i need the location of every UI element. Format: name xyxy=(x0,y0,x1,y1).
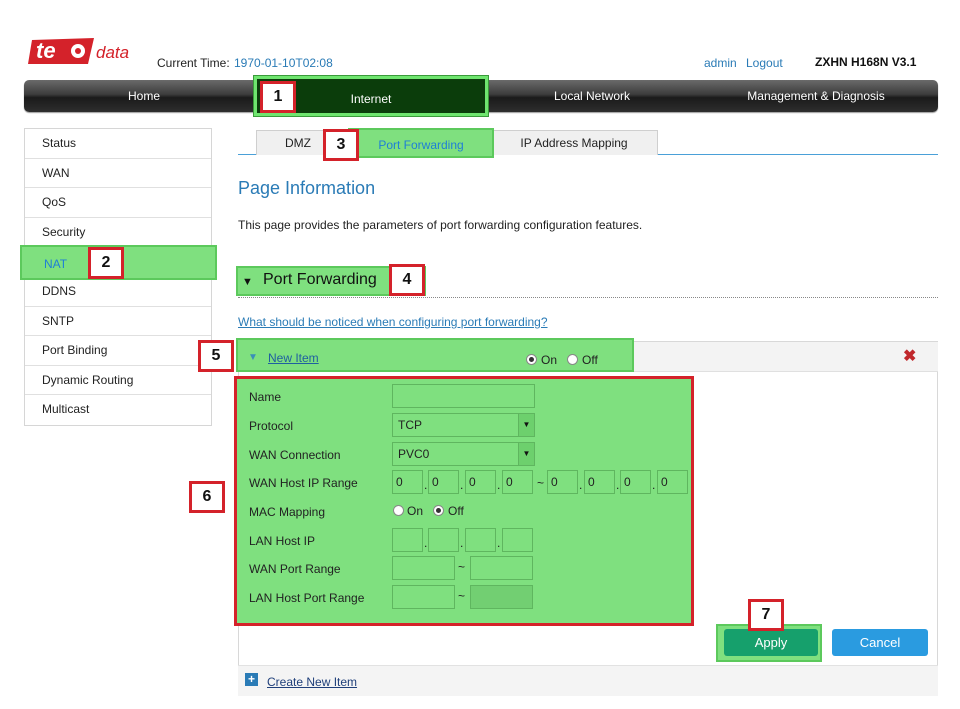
wan-connection-select[interactable]: PVC0 ▼ xyxy=(392,442,535,466)
mac-off-label: Off xyxy=(448,504,464,518)
sidebar-item-multicast[interactable]: Multicast xyxy=(25,395,211,425)
item-off-radio[interactable] xyxy=(567,354,578,365)
annotation-badge-7: 7 xyxy=(748,599,784,631)
annotation-badge-2: 2 xyxy=(88,247,124,279)
ip-dot: . xyxy=(460,536,464,550)
ip-dot: . xyxy=(460,478,464,492)
item-on-radio[interactable] xyxy=(526,354,537,365)
delete-item-icon[interactable]: ✖ xyxy=(903,346,916,366)
wan-ip-end-octet-2[interactable]: 0 xyxy=(584,470,615,494)
page-title: Page Information xyxy=(238,178,376,198)
mac-on-radio[interactable] xyxy=(393,505,404,516)
nav-management-diagnosis[interactable]: Management & Diagnosis xyxy=(702,80,930,112)
create-new-item-link[interactable]: Create New Item xyxy=(267,675,357,689)
wan-connection-label: WAN Connection xyxy=(249,448,341,462)
annotation-badge-6: 6 xyxy=(189,481,225,513)
ip-dot: . xyxy=(616,478,620,492)
ip-dot: . xyxy=(424,536,428,550)
admin-link[interactable]: admin xyxy=(704,56,737,70)
lan-host-ip-label: LAN Host IP xyxy=(249,534,316,548)
cancel-button[interactable]: Cancel xyxy=(832,629,928,656)
svg-text:te: te xyxy=(36,38,56,63)
range-separator: ~ xyxy=(458,560,466,574)
mac-off-radio[interactable] xyxy=(433,505,444,516)
lan-port-start-input[interactable] xyxy=(392,585,455,609)
lan-host-port-range-label: LAN Host Port Range xyxy=(249,591,365,605)
annotation-badge-5: 5 xyxy=(198,340,234,372)
svg-text:data: data xyxy=(96,43,129,62)
nav-home[interactable]: Home xyxy=(24,80,264,112)
wan-ip-end-octet-3[interactable]: 0 xyxy=(620,470,651,494)
wan-ip-start-octet-2[interactable]: 0 xyxy=(428,470,459,494)
sidebar-item-status[interactable]: Status xyxy=(25,129,211,159)
expand-triangle-icon[interactable]: ▼ xyxy=(248,352,258,363)
name-input[interactable] xyxy=(392,384,535,408)
lan-port-end-input xyxy=(470,585,533,609)
wan-port-range-label: WAN Port Range xyxy=(249,562,341,576)
item-off-label: Off xyxy=(582,353,598,367)
wan-connection-value: PVC0 xyxy=(398,447,430,461)
wan-ip-start-octet-3[interactable]: 0 xyxy=(465,470,496,494)
logout-link[interactable]: Logout xyxy=(746,56,783,70)
collapse-triangle-icon[interactable]: ▼ xyxy=(242,276,253,288)
dropdown-arrow-icon[interactable]: ▼ xyxy=(518,414,534,436)
apply-button[interactable]: Apply xyxy=(724,629,818,656)
model-name: ZXHN H168N V3.1 xyxy=(815,55,917,69)
wan-ip-start-octet-4[interactable]: 0 xyxy=(502,470,533,494)
annotation-badge-3: 3 xyxy=(323,129,359,161)
mac-on-label: On xyxy=(407,504,424,518)
sidebar-item-security[interactable]: Security xyxy=(25,217,211,248)
sidebar-item-sntp[interactable]: SNTP xyxy=(25,306,211,337)
sidebar-item-dynamic-routing[interactable]: Dynamic Routing xyxy=(25,365,211,396)
lan-ip-octet-1[interactable] xyxy=(392,528,423,552)
ip-dot: . xyxy=(497,478,501,492)
item-on-label: On xyxy=(541,353,558,367)
dropdown-arrow-icon[interactable]: ▼ xyxy=(518,443,534,465)
sidebar-item-qos[interactable]: QoS xyxy=(25,188,211,218)
plus-icon[interactable]: + xyxy=(245,673,258,686)
wan-host-ip-range-label: WAN Host IP Range xyxy=(249,476,358,490)
name-label: Name xyxy=(249,390,282,404)
wan-port-start-input[interactable] xyxy=(392,556,455,580)
annotation-badge-1: 1 xyxy=(260,81,296,113)
mac-mapping-label: MAC Mapping xyxy=(249,505,326,519)
ip-dot: . xyxy=(497,536,501,550)
ip-dot: . xyxy=(579,478,583,492)
protocol-select[interactable]: TCP ▼ xyxy=(392,413,535,437)
ip-dot: . xyxy=(424,478,428,492)
nav-local-network[interactable]: Local Network xyxy=(482,80,702,112)
help-link[interactable]: What should be noticed when configuring … xyxy=(238,315,548,329)
lan-ip-octet-3[interactable] xyxy=(465,528,496,552)
sidebar-item-wan[interactable]: WAN xyxy=(25,158,211,189)
wan-port-end-input[interactable] xyxy=(470,556,533,580)
annotation-badge-4: 4 xyxy=(389,264,425,296)
range-separator: ~ xyxy=(458,589,466,603)
protocol-value: TCP xyxy=(398,418,422,432)
range-separator: ~ xyxy=(537,476,545,490)
wan-ip-end-octet-4[interactable]: 0 xyxy=(657,470,688,494)
current-time-label: Current Time: xyxy=(157,56,230,70)
ip-dot: . xyxy=(652,478,656,492)
wan-ip-end-octet-1[interactable]: 0 xyxy=(547,470,578,494)
page-description: This page provides the parameters of por… xyxy=(238,218,643,232)
protocol-label: Protocol xyxy=(249,419,294,433)
section-divider xyxy=(238,297,938,298)
current-time-value: 1970-01-10T02:08 xyxy=(234,56,333,70)
wan-ip-start-octet-1[interactable]: 0 xyxy=(392,470,423,494)
lan-ip-octet-4[interactable] xyxy=(502,528,533,552)
tab-port-forwarding[interactable]: Port Forwarding xyxy=(348,128,494,158)
te-data-logo: te data xyxy=(28,36,132,66)
section-title: Port Forwarding xyxy=(263,271,377,288)
new-item-link[interactable]: New Item xyxy=(268,351,319,365)
sidebar-item-port-binding[interactable]: Port Binding xyxy=(25,336,211,366)
tab-ip-address-mapping[interactable]: IP Address Mapping xyxy=(490,130,658,155)
lan-ip-octet-2[interactable] xyxy=(428,528,459,552)
